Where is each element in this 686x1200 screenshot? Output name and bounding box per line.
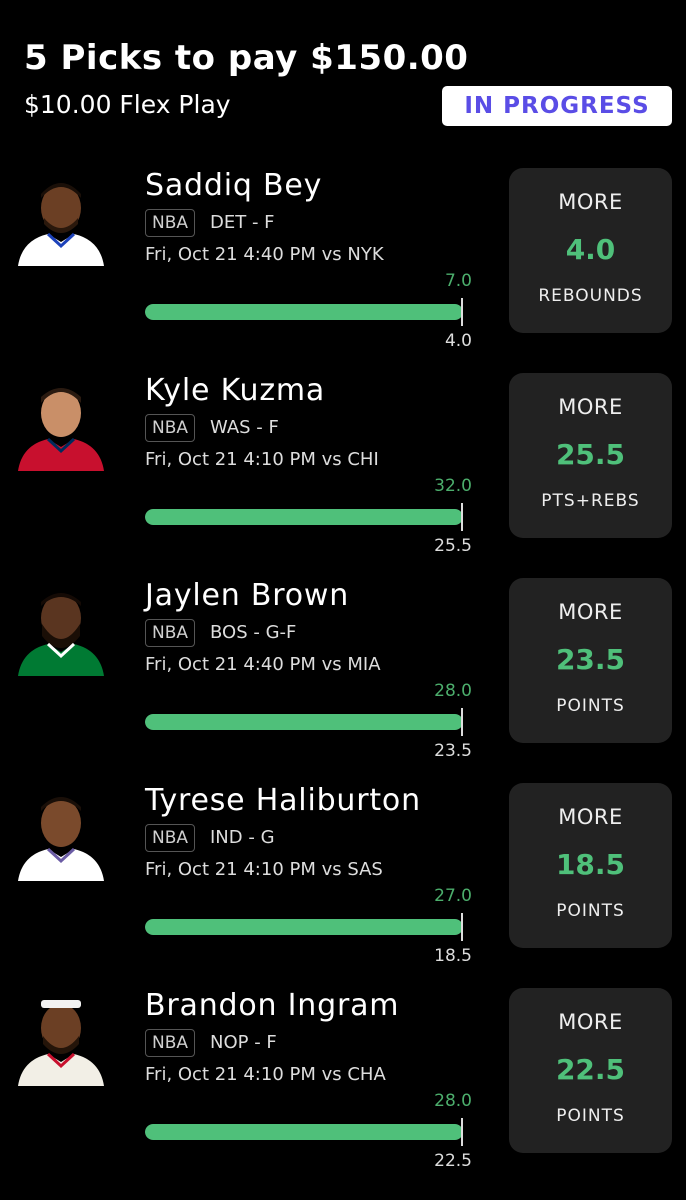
pick-stat-type: REBOUNDS <box>538 286 643 306</box>
team-position: DET - F <box>210 212 275 233</box>
line-value: 4.0 <box>444 331 472 351</box>
league-badge: NBA <box>145 209 196 237</box>
actual-stat-value: 27.0 <box>434 886 472 906</box>
league-badge: NBA <box>145 619 196 647</box>
progress-bar <box>145 714 463 730</box>
game-info: Fri, Oct 21 4:10 PM vs CHA <box>145 1064 386 1085</box>
team-position: WAS - F <box>210 417 279 438</box>
pick-direction: MORE <box>558 805 623 829</box>
player-avatar <box>12 783 110 881</box>
progress-bar <box>145 509 463 525</box>
play-type-subtitle: $10.00 Flex Play <box>24 90 231 119</box>
pick-line: 18.5 <box>555 848 626 881</box>
pick-card[interactable]: MORE 4.0 REBOUNDS <box>509 168 672 333</box>
player-avatar <box>12 168 110 266</box>
game-info: Fri, Oct 21 4:40 PM vs NYK <box>145 244 384 265</box>
player-name: Brandon Ingram <box>145 988 400 1023</box>
pick-row[interactable]: Jaylen Brown NBA BOS - G-F Fri, Oct 21 4… <box>0 578 686 783</box>
player-name: Jaylen Brown <box>145 578 350 613</box>
actual-stat-value: 32.0 <box>434 476 472 496</box>
pick-direction: MORE <box>558 395 623 419</box>
line-value: 25.5 <box>434 536 472 556</box>
progress-bar <box>145 1124 463 1140</box>
pick-stat-type: POINTS <box>556 901 625 921</box>
line-value: 18.5 <box>434 946 472 966</box>
line-value: 22.5 <box>434 1151 472 1171</box>
game-info: Fri, Oct 21 4:40 PM vs MIA <box>145 654 381 675</box>
team-position: NOP - F <box>210 1032 277 1053</box>
line-value: 23.5 <box>434 741 472 761</box>
progress-fill <box>145 919 463 935</box>
pick-row[interactable]: Tyrese Haliburton NBA IND - G Fri, Oct 2… <box>0 783 686 988</box>
pick-stat-type: POINTS <box>556 1106 625 1126</box>
league-badge: NBA <box>145 414 196 442</box>
pick-direction: MORE <box>558 190 623 214</box>
target-tick <box>461 503 463 531</box>
pick-row[interactable]: Kyle Kuzma NBA WAS - F Fri, Oct 21 4:10 … <box>0 373 686 578</box>
pick-stat-type: PTS+REBS <box>541 491 640 511</box>
target-tick <box>461 298 463 326</box>
player-name: Kyle Kuzma <box>145 373 326 408</box>
progress-fill <box>145 509 463 525</box>
player-avatar <box>12 578 110 676</box>
player-avatar <box>12 988 110 1086</box>
pick-direction: MORE <box>558 600 623 624</box>
game-info: Fri, Oct 21 4:10 PM vs CHI <box>145 449 379 470</box>
target-tick <box>461 913 463 941</box>
pick-line: 25.5 <box>555 438 626 471</box>
progress-fill <box>145 304 463 320</box>
player-name: Saddiq Bey <box>145 168 323 203</box>
progress-bar <box>145 919 463 935</box>
progress-fill <box>145 714 463 730</box>
league-badge: NBA <box>145 824 196 852</box>
game-info: Fri, Oct 21 4:10 PM vs SAS <box>145 859 383 880</box>
pick-line: 22.5 <box>555 1053 626 1086</box>
player-avatar <box>12 373 110 471</box>
pick-card[interactable]: MORE 18.5 POINTS <box>509 783 672 948</box>
progress-fill <box>145 1124 463 1140</box>
pick-card[interactable]: MORE 22.5 POINTS <box>509 988 672 1153</box>
pick-row[interactable]: Saddiq Bey NBA DET - F Fri, Oct 21 4:40 … <box>0 168 686 373</box>
pick-card[interactable]: MORE 23.5 POINTS <box>509 578 672 743</box>
pick-line: 23.5 <box>555 643 626 676</box>
header: 5 Picks to pay $150.00 $10.00 Flex Play … <box>0 0 686 160</box>
pick-row[interactable]: Brandon Ingram NBA NOP - F Fri, Oct 21 4… <box>0 988 686 1193</box>
pick-line: 4.0 <box>565 233 616 266</box>
pick-card[interactable]: MORE 25.5 PTS+REBS <box>509 373 672 538</box>
pick-direction: MORE <box>558 1010 623 1034</box>
player-name: Tyrese Haliburton <box>145 783 421 818</box>
pick-stat-type: POINTS <box>556 696 625 716</box>
page-title: 5 Picks to pay $150.00 <box>24 38 469 78</box>
target-tick <box>461 708 463 736</box>
team-position: IND - G <box>210 827 275 848</box>
team-position: BOS - G-F <box>210 622 297 643</box>
actual-stat-value: 7.0 <box>444 271 472 291</box>
league-badge: NBA <box>145 1029 196 1057</box>
actual-stat-value: 28.0 <box>434 1091 472 1111</box>
progress-bar <box>145 304 463 320</box>
status-badge: IN PROGRESS <box>442 86 672 126</box>
actual-stat-value: 28.0 <box>434 681 472 701</box>
target-tick <box>461 1118 463 1146</box>
